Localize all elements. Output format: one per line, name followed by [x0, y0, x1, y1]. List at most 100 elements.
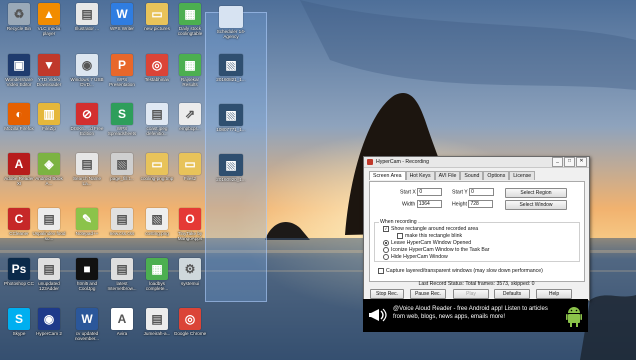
hide-window-radio[interactable]: Hide HyperCam Window: [383, 254, 448, 260]
desktop-icon[interactable]: A Adobe Reader XI: [2, 153, 36, 186]
width-input[interactable]: 1364: [416, 200, 442, 208]
desktop-icon[interactable]: ▦ Daily stock coolingtable: [173, 3, 207, 36]
desktop-icon[interactable]: ▭ new pictures: [140, 3, 174, 31]
window-title: HyperCam - Recording: [376, 159, 430, 165]
blink-rectangle-checkbox[interactable]: make this rectangle blink: [397, 233, 462, 239]
blocked-icon: ⊘: [76, 103, 98, 125]
selected-desktop-icon[interactable]: ▧ 10807771_1...: [212, 104, 250, 132]
desktop-icon[interactable]: Wcv updated november...: [70, 308, 104, 341]
desktop-icon[interactable]: S Skype: [2, 308, 36, 336]
tab-screen-area[interactable]: Screen Area: [369, 171, 406, 180]
desktop-icon[interactable]: W WPS Writer: [105, 3, 139, 31]
desktop-icon[interactable]: C CCleaner: [2, 208, 36, 236]
desktop-icon[interactable]: ▧ costing.png: [140, 208, 174, 236]
tab-bar: Screen Area Hot Keys AVI File Sound Opti…: [369, 171, 589, 180]
desktop-icon[interactable]: O TinyTake by MangoApps: [173, 208, 207, 241]
width-label: Width: [402, 201, 416, 208]
start-y-input[interactable]: 0: [469, 188, 495, 196]
minimize-button[interactable]: _: [552, 157, 563, 167]
desktop-icon-label: Adobe Reader XI: [4, 176, 34, 186]
desktop-icon-label: Search Name La...: [72, 176, 102, 186]
shortcut-icon: ⇗: [179, 103, 201, 125]
option-label: Show rectangle around recorded area: [391, 226, 479, 232]
desktop-icon[interactable]: ▥ FileZip: [32, 103, 66, 131]
desktop-icon[interactable]: ▤ coast.jpeg defenitio...: [140, 103, 174, 136]
capture-layered-checkbox[interactable]: Capture layered/transparent windows (may…: [378, 268, 543, 274]
desktop-icon[interactable]: ▼ YTD Video Downloader: [32, 54, 66, 87]
desktop-icon[interactable]: ♻ Recycle Bin: [2, 3, 36, 31]
close-button[interactable]: ✕: [576, 157, 587, 167]
play-button[interactable]: Play: [453, 289, 489, 299]
radio-icon: [383, 247, 389, 253]
document-icon: ▤: [146, 308, 168, 330]
desktop-icon[interactable]: P WPS Presentation: [105, 54, 139, 87]
tab-options[interactable]: Options: [483, 171, 510, 180]
desktop-icon[interactable]: ✎ Notepad++: [70, 208, 104, 236]
desktop-icon[interactable]: ▤ latest Internetbrow...: [105, 258, 139, 291]
desktop-icon[interactable]: Ps Photoshop CC: [2, 258, 36, 286]
desktop-icon[interactable]: ⇗ empbcpr...: [173, 103, 207, 131]
desktop-icon[interactable]: ▦ loadbys complete...: [140, 258, 174, 291]
wps-writer-icon: W: [111, 3, 133, 25]
select-region-button[interactable]: Select Region: [505, 188, 567, 198]
css-file-icon: ▤: [111, 208, 133, 230]
tab-license[interactable]: License: [509, 171, 536, 180]
desktop-icon[interactable]: ▧ page_fill.t...: [105, 153, 139, 181]
screen-area-panel: Start X 0 Start Y 0 Width 1364 Height 72…: [369, 181, 585, 282]
desktop-icon[interactable]: ▤ Uspalindex food so...: [32, 208, 66, 241]
defaults-button[interactable]: Defaults: [494, 289, 530, 299]
desktop-icon-label: systemui: [180, 281, 200, 286]
desktop-icon-label: 20160920_1...: [216, 177, 246, 182]
desktop-icon[interactable]: ▲ VLC media player: [32, 3, 66, 36]
help-button[interactable]: Help: [536, 289, 572, 299]
desktop-icon[interactable]: ■ html5 and CoolJpg: [70, 258, 104, 291]
ad-text: @Voice Aloud Reader - free Android app! …: [393, 306, 548, 320]
avira-icon: A: [111, 308, 133, 330]
leave-window-opened-radio[interactable]: Leave HyperCam Window Opened: [383, 240, 471, 246]
maximize-button[interactable]: □: [564, 157, 575, 167]
tab-hot-keys[interactable]: Hot Keys: [405, 171, 435, 180]
desktop-icon[interactable]: ▤ unupdated 123Adder: [32, 258, 66, 291]
desktop-icon-label: html5 and CoolJpg: [76, 281, 98, 291]
desktop-icon[interactable]: ▭ Files2: [173, 153, 207, 181]
desktop-icon-label: cv updated november...: [74, 331, 99, 341]
select-window-button[interactable]: Select Window: [505, 200, 567, 210]
desktop-icon[interactable]: ⚙ systemui: [173, 258, 207, 286]
selected-desktop-icon[interactable]: Scheduler 14-Agency: [212, 6, 250, 39]
show-rectangle-checkbox[interactable]: ✓ Show rectangle around recorded area: [383, 226, 478, 232]
hypercam-titlebar[interactable]: HyperCam - Recording _ □ ✕: [364, 157, 589, 168]
stop-rec-button[interactable]: Stop Rec.: [370, 289, 404, 299]
desktop-icon[interactable]: ▤ Jumeirah-a...: [140, 308, 174, 336]
desktop-icon[interactable]: ▦ Rajsekar Results: [173, 54, 207, 87]
wps-spreadsheets-icon: S: [111, 103, 133, 125]
ad-banner[interactable]: @Voice Aloud Reader - free Android app! …: [363, 299, 588, 332]
ccleaner-icon: C: [8, 208, 30, 230]
desktop-icon[interactable]: ◉ HyperCam 2: [32, 308, 66, 336]
desktop-icon[interactable]: ◎ Google Chrome: [173, 308, 207, 336]
desktop-icon[interactable]: A Avira: [105, 308, 139, 336]
tab-avi-file[interactable]: AVI File: [434, 171, 461, 180]
tab-sound[interactable]: Sound: [460, 171, 484, 180]
desktop-icon[interactable]: ▭ cooling-png.tmp: [140, 153, 174, 181]
desktop-icon[interactable]: ▤ Search Name La...: [70, 153, 104, 186]
desktop-icon[interactable]: ⊘ DISK6.....d Free Edition: [70, 103, 104, 136]
desktop-icon[interactable]: ◐ Mozilla Firefox: [2, 103, 36, 131]
desktop-icon[interactable]: ◉ Windows 7 USB DVD...: [70, 54, 104, 87]
desktop-icon[interactable]: S WPS Spreadsheets: [105, 103, 139, 136]
desktop-icon[interactable]: ▤ Illustrator ...: [70, 3, 104, 31]
desktop-icon[interactable]: ▣ Wondershare Video Editor: [2, 54, 36, 87]
selected-desktop-icon[interactable]: ▧ 20160821_1...: [212, 54, 250, 82]
black-app-icon: ■: [76, 258, 98, 280]
height-input[interactable]: 728: [468, 200, 494, 208]
checkbox-checked-icon: ✓: [383, 226, 389, 232]
desktop-icon[interactable]: ◎ Testabhinav: [140, 54, 174, 82]
desktop-icon-label: Skype: [12, 331, 26, 336]
iconize-window-radio[interactable]: Iconize HyperCam Window to the Task Bar: [383, 247, 490, 253]
desktop-icon[interactable]: ▤ new.css.css: [105, 208, 139, 236]
desktop-icon-label: Android Book A...: [35, 176, 63, 186]
desktop-icon[interactable]: ◈ Android Book A...: [32, 153, 66, 186]
start-x-input[interactable]: 0: [417, 188, 443, 196]
selected-desktop-icon[interactable]: ▧ 20160920_1...: [212, 154, 250, 182]
image-file-icon: ▧: [219, 104, 243, 126]
pause-rec-button[interactable]: Pause Rec.: [410, 289, 446, 299]
